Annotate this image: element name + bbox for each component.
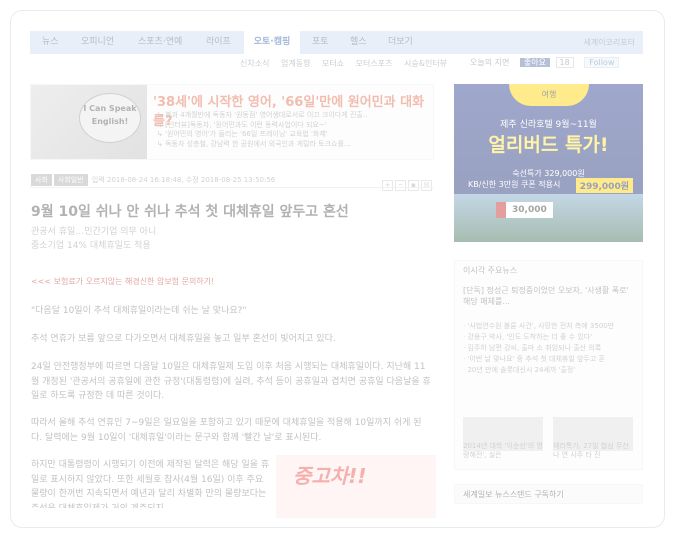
- divider: [30, 187, 434, 188]
- brand-label: 세계이코리포터: [583, 38, 635, 47]
- ad-line1: 제주 신라호텔 9월~11월: [500, 120, 597, 130]
- ad-price: 299,000원: [575, 178, 633, 193]
- font-up-icon[interactable]: +: [382, 180, 393, 191]
- article-promo-link[interactable]: <<< 보험료가 오르지않는 해경신한 암보험 문의하기!: [31, 275, 431, 290]
- list-item[interactable]: · 강용구 박사, '인도 도착하는 더 좋 수 있다': [463, 332, 614, 343]
- list-item[interactable]: · '사법연수원 불륜 사건', 사망한 전처 측에 3500만: [463, 321, 614, 332]
- subnav-item[interactable]: 업계동향: [281, 59, 310, 68]
- nav-item-opinion[interactable]: 오피니언: [81, 31, 114, 54]
- nav-item-health[interactable]: 헬스: [350, 31, 367, 54]
- thumbnail-caption[interactable]: 2014년 대학 '이순신'의 명량해전', 실은: [463, 442, 543, 460]
- like-count: 18: [555, 57, 574, 68]
- promo-list-item[interactable]: ↳ [인터뷰]독동자, '원어민과도 이런 동력사업이다 되요~': [157, 121, 367, 131]
- font-down-icon[interactable]: −: [395, 180, 406, 191]
- twitter-follow-button[interactable]: Follow: [584, 57, 620, 68]
- article-subtitle: 중소기업 14% 대체휴일도 적용: [31, 241, 151, 251]
- article-meta: 사회 사회일반 입력 2018-08-24 16:18:48, 수정 2018-0…: [31, 174, 275, 186]
- social-bar: 오늘의 지면 좋아요 18 Follow: [470, 57, 620, 68]
- article-paragraph: 24일 안전행정부에 따르면 다음달 10일은 대체휴일제 도입 이후 처음 시…: [31, 362, 431, 401]
- coupon-badge: 30,000: [496, 202, 553, 218]
- article-paragraph: 추석 연휴가 보름 앞으로 다가오면서 대체휴일을 놓고 일부 혼선이 빚어지고…: [31, 334, 336, 344]
- subnav-item[interactable]: 신차소식: [240, 59, 269, 68]
- list-item[interactable]: · 20년 만에 솔롯대신시 24세까 '출정': [463, 365, 614, 376]
- ad-line4: KB/신한 3만원 쿠폰 적용시: [468, 180, 561, 189]
- speech-bubble: I Can Speak English!: [79, 93, 141, 143]
- sub-navigation: 신차소식 업계동향 모터쇼 모터스포츠 시승&인터뷰: [240, 58, 456, 69]
- nav-item-news[interactable]: 뉴스: [42, 31, 59, 54]
- top-news-heading: 이시각 주요뉴스: [463, 266, 518, 275]
- nav-item-life[interactable]: 라이프: [206, 31, 231, 54]
- article-title: 9월 10일 쉬나 안 쉬나 추석 첫 대체휴일 앞두고 혼선: [31, 204, 349, 220]
- article-paragraph: "다음달 10일이 추석 대체휴일이라는데 쉬는 날 맞나요?": [31, 306, 247, 316]
- category-tag[interactable]: 사회: [31, 174, 52, 186]
- promo-banner[interactable]: I Can Speak English! '38세'에 시작한 영어, '66일…: [30, 84, 434, 160]
- nav-item-more[interactable]: 더보기: [388, 31, 413, 54]
- used-car-ad[interactable]: 중고차!!: [276, 455, 436, 518]
- print-icon[interactable]: ▪: [408, 180, 419, 191]
- facebook-like-button[interactable]: 좋아요: [519, 58, 550, 67]
- ad-headline: 얼리버드 특가!: [488, 134, 609, 156]
- ad-top-label: 여행: [509, 84, 589, 106]
- promo-photo: I Can Speak English!: [31, 85, 147, 159]
- subnav-item[interactable]: 모터스포츠: [356, 59, 393, 68]
- promo-list: ↳ 볼과 4개월만에 독동자 '원동점' 영어생대로서로 이끄 크이다게 진출.…: [157, 111, 367, 149]
- nav-item-auto[interactable]: 오토·캠핑: [244, 31, 300, 54]
- promo-list-item[interactable]: ↳ '원어민의 영어'가 들리는 '66일 프레이닝' 교육법 '화제': [157, 130, 367, 140]
- top-news-lead[interactable]: [단독] 정성근 퇴정중이었던 오보자, '사생활 폭로' 해당 매체를...: [463, 285, 635, 307]
- article-dates: 입력 2018-08-24 16:18:48, 수정 2018-08-25 13…: [91, 176, 276, 184]
- subnav-item[interactable]: 모터쇼: [322, 59, 344, 68]
- top-news-list: · '사법연수원 불륜 사건', 사망한 전처 측에 3500만 · 강용구 박…: [463, 321, 614, 376]
- today-paper-link[interactable]: 오늘의 지면: [470, 58, 509, 67]
- subnav-item[interactable]: 시승&인터뷰: [404, 59, 447, 68]
- nav-item-photo[interactable]: 포토: [312, 31, 329, 54]
- article-paragraph: 따라서 올해 추석 연휴인 7∼9일은 일요일을 포함하고 있기 때문에 대체휴…: [31, 418, 422, 443]
- article-paragraph: 하지만 대통령령이 시행되기 이전에 제작된 달력은 해당 일을 휴일로 표시하…: [31, 460, 270, 508]
- subcategory-tag[interactable]: 사회일반: [53, 174, 88, 186]
- list-item[interactable]: · '이번 날 맞나요' 중 추석 첫 대체휴일 앞두고 혼: [463, 354, 614, 365]
- hotel-ad[interactable]: 여행 제주 신라호텔 9월~11월 얼리버드 특가! 숙선특가 329,000원…: [454, 84, 643, 242]
- promo-list-item[interactable]: ↳ 독동자 성층철, 강남력 한 공원에서 외국인과 게릴라 토크쇼를...: [157, 140, 367, 150]
- thumbnail-caption[interactable]: 혜리특가, 27일 협심 무산 나 연 사주 타 진: [553, 442, 633, 460]
- nav-item-sports[interactable]: 스포츠·연예: [138, 31, 182, 54]
- top-navigation: 뉴스 오피니언 스포츠·연예 라이프 오토·캠핑 포토 헬스 더보기 세계이코리…: [30, 31, 643, 54]
- newsstand-subscribe[interactable]: 세계일보 뉴스스탠드 구독하기: [454, 484, 643, 504]
- article-tools: + − ▪ ✉: [380, 172, 432, 191]
- promo-list-item[interactable]: ↳ 볼과 4개월만에 독동자 '원동점' 영어생대로서로 이끄 크이다게 진출.…: [157, 111, 367, 121]
- top-news-box: 이시각 주요뉴스 [단독] 정성근 퇴정중이었던 오보자, '사생활 폭로' 해…: [454, 260, 643, 470]
- article-subtitle: 관공서 휴일…민간기업 의무 아니: [31, 227, 157, 237]
- email-icon[interactable]: ✉: [421, 180, 432, 191]
- used-car-ad-text: 중고차!!: [293, 464, 367, 488]
- list-item[interactable]: · 김주하 남편 강씨, 출마 소 취임되나 출산 의록: [463, 343, 614, 354]
